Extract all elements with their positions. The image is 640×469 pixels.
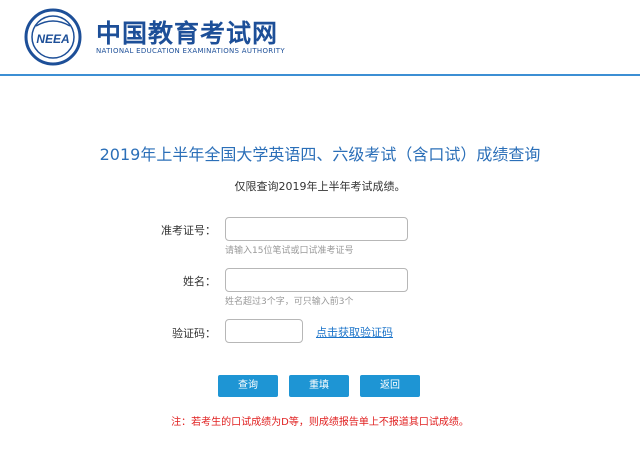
site-title: 中国教育考试网	[96, 19, 279, 48]
captcha-label: 验证码：	[172, 327, 216, 340]
ticket-number-label: 准考证号：	[161, 224, 216, 237]
name-input[interactable]	[225, 268, 408, 292]
get-captcha-link[interactable]: 点击获取验证码	[316, 324, 393, 340]
ticket-number-input[interactable]	[225, 217, 408, 241]
reset-button[interactable]: 重填	[289, 375, 349, 397]
name-label: 姓名：	[183, 275, 216, 288]
header-divider	[0, 74, 640, 76]
back-button[interactable]: 返回	[360, 375, 420, 397]
name-hint: 姓名超过3个字，可只输入前3个	[225, 297, 354, 307]
query-button[interactable]: 查询	[218, 375, 278, 397]
page-subtitle: 仅限查询2019年上半年考试成绩。	[234, 180, 406, 193]
oral-exam-note: 注：若考生的口试成绩为D等，则成绩报告单上不报道其口试成绩。	[171, 417, 469, 428]
site-subtitle: NATIONAL EDUCATION EXAMINATIONS AUTHORIT…	[96, 47, 285, 55]
captcha-input[interactable]	[225, 319, 303, 343]
logo-text: NEEA	[36, 32, 69, 46]
ticket-number-hint: 请输入15位笔试或口试准考证号	[225, 246, 354, 256]
neea-logo: NEEA	[24, 8, 82, 66]
page-title: 2019年上半年全国大学英语四、六级考试（含口试）成绩查询	[99, 145, 541, 164]
site-header: NEEA 中国教育考试网 NATIONAL EDUCATION EXAMINAT…	[0, 0, 640, 74]
